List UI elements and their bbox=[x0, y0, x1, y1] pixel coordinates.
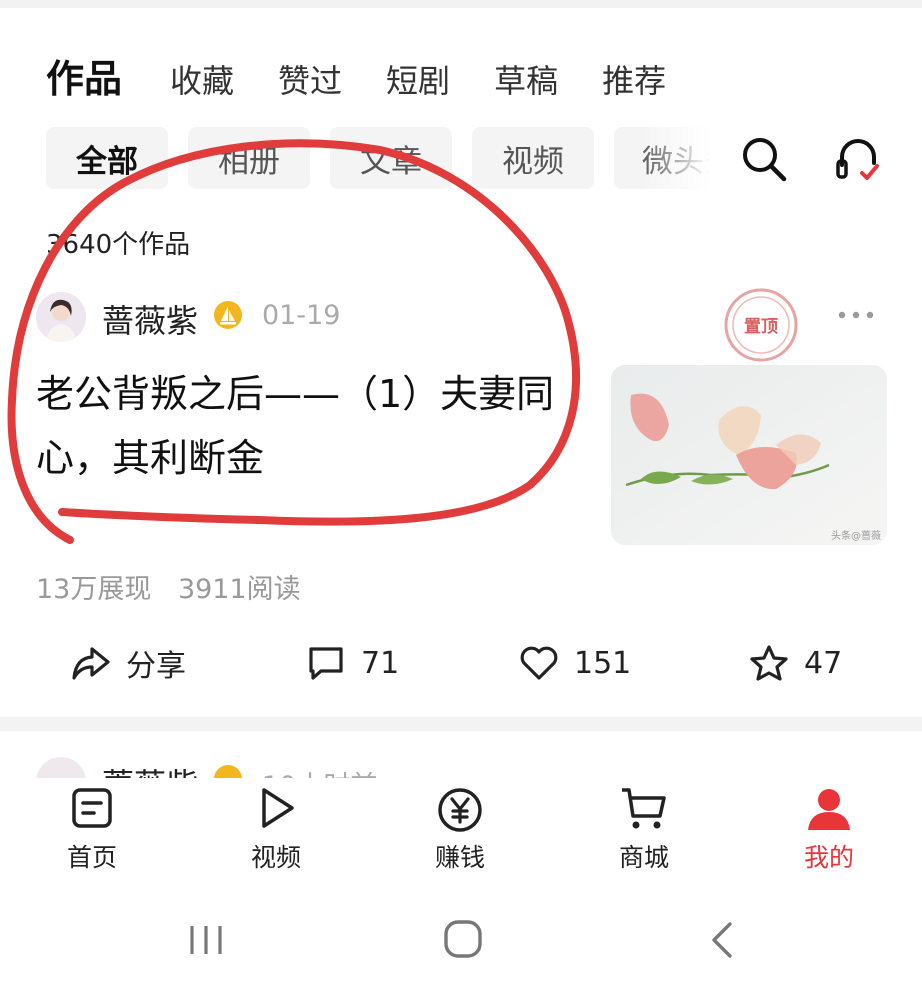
nav-earn-label: 赚钱 bbox=[434, 843, 485, 872]
thumbnail-watermark: 头条@蔷薇 bbox=[831, 529, 881, 542]
impressions-count: 13万展现 bbox=[36, 574, 152, 605]
comment-count: 71 bbox=[361, 645, 400, 681]
nav-earn[interactable]: 赚钱 bbox=[400, 786, 520, 874]
works-count: 3640个作品 bbox=[46, 230, 191, 260]
tab-recommend[interactable]: 推荐 bbox=[602, 56, 666, 102]
chip-all[interactable]: 全部 bbox=[46, 127, 168, 189]
tab-short-drama[interactable]: 短剧 bbox=[386, 56, 450, 102]
reads-count: 3911阅读 bbox=[177, 574, 301, 605]
post-date: 01-19 bbox=[262, 300, 341, 331]
top-strip bbox=[0, 0, 922, 8]
favorite-count: 47 bbox=[804, 645, 843, 681]
post-title[interactable]: 老公背叛之后——（1）夫妻同心，其利断金 bbox=[36, 362, 576, 490]
post-stats: 13万展现 3911阅读 bbox=[36, 567, 319, 606]
more-dots-icon[interactable] bbox=[836, 300, 876, 330]
favorite-button[interactable]: 47 bbox=[748, 640, 842, 686]
nav-mall[interactable]: 商城 bbox=[584, 786, 704, 874]
nav-mine-label: 我的 bbox=[803, 843, 854, 872]
star-icon bbox=[750, 645, 788, 681]
thumbnail-image: 头条@蔷薇 bbox=[611, 365, 887, 545]
nav-mine[interactable]: 我的 bbox=[769, 786, 889, 874]
avatar-portrait bbox=[36, 292, 86, 342]
yuan-coin-icon bbox=[438, 788, 482, 832]
tab-liked[interactable]: 赞过 bbox=[278, 56, 342, 102]
chip-video[interactable]: 视频 bbox=[472, 127, 594, 189]
back-icon[interactable] bbox=[704, 920, 740, 960]
bottom-nav: 首页 视频 赚钱 商城 我的 bbox=[0, 778, 922, 888]
share-label: 分享 bbox=[126, 649, 186, 684]
tab-works[interactable]: 作品 bbox=[46, 48, 122, 103]
home-doc-icon bbox=[72, 788, 112, 828]
like-count: 151 bbox=[574, 645, 632, 681]
filter-chips: 全部 相册 文章 视频 微头条 bbox=[46, 127, 736, 189]
headset-icon[interactable] bbox=[832, 133, 884, 185]
verified-badge-icon bbox=[214, 301, 242, 329]
nav-mall-label: 商城 bbox=[618, 843, 669, 872]
avatar[interactable] bbox=[36, 292, 86, 342]
play-icon bbox=[262, 788, 294, 828]
tab-favorites[interactable]: 收藏 bbox=[170, 56, 234, 102]
cart-icon bbox=[622, 788, 666, 829]
system-nav-bar bbox=[0, 900, 922, 991]
heart-icon bbox=[520, 646, 558, 680]
feed-separator bbox=[0, 717, 922, 731]
pinned-stamp-icon: 置顶 bbox=[724, 288, 798, 362]
author-name[interactable]: 蔷薇紫 bbox=[102, 296, 198, 342]
pinned-label: 置顶 bbox=[744, 317, 778, 337]
nav-home-label: 首页 bbox=[66, 843, 117, 872]
chip-album[interactable]: 相册 bbox=[188, 127, 310, 189]
user-icon bbox=[808, 789, 850, 830]
search-icon[interactable] bbox=[738, 133, 790, 185]
comment-icon bbox=[309, 647, 343, 680]
nav-home[interactable]: 首页 bbox=[32, 786, 152, 874]
primary-tabs: 作品 收藏 赞过 短剧 草稿 推荐 bbox=[46, 48, 710, 103]
tab-drafts[interactable]: 草稿 bbox=[494, 56, 558, 102]
chip-article[interactable]: 文章 bbox=[330, 127, 452, 189]
nav-video[interactable]: 视频 bbox=[216, 786, 336, 874]
nav-video-label: 视频 bbox=[250, 843, 301, 872]
comment-button[interactable]: 71 bbox=[305, 640, 399, 686]
like-button[interactable]: 151 bbox=[518, 640, 631, 686]
share-icon bbox=[72, 647, 110, 680]
home-button-icon[interactable] bbox=[442, 918, 484, 960]
chips-fade bbox=[640, 127, 740, 189]
share-button[interactable]: 分享 bbox=[70, 640, 186, 686]
recent-apps-icon[interactable] bbox=[186, 920, 226, 960]
post-thumbnail[interactable]: 头条@蔷薇 bbox=[611, 365, 887, 545]
